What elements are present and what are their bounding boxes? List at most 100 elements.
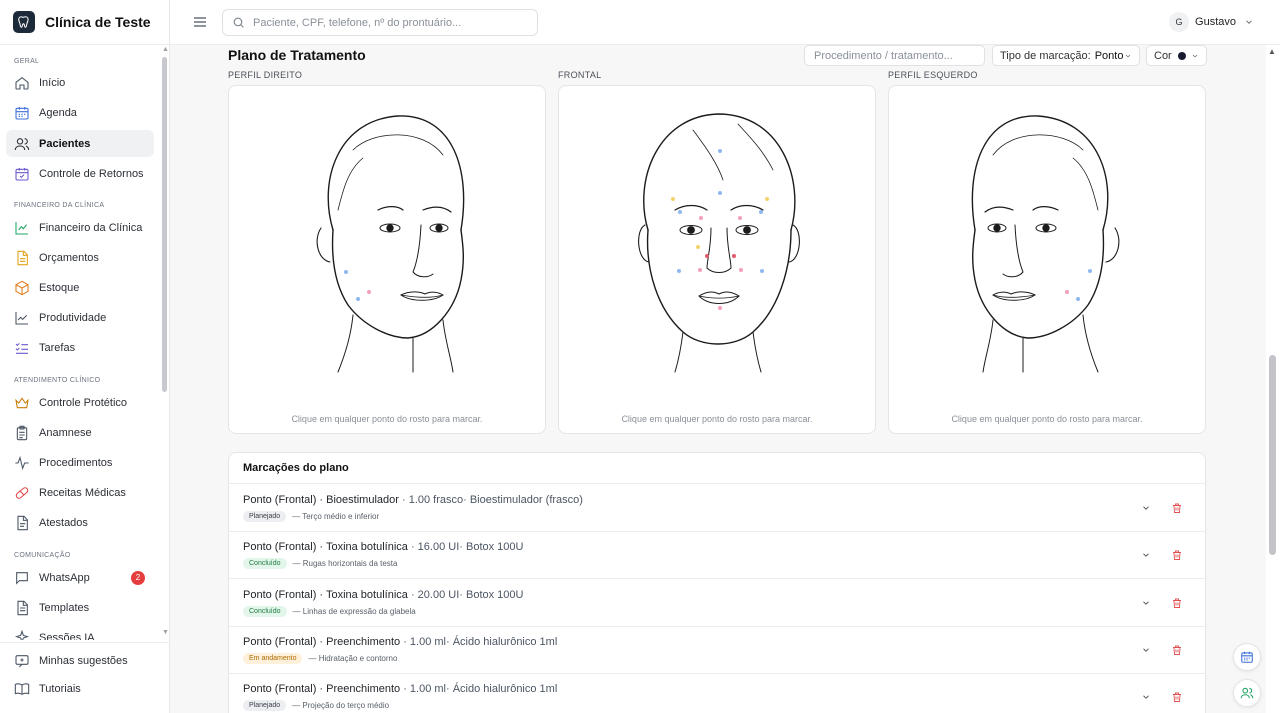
mark-type-label: Tipo de marcação: xyxy=(1000,49,1091,62)
sidebar-item-anamnese[interactable]: Anamnese xyxy=(6,419,154,446)
sidebar-item-tarefas[interactable]: Tarefas xyxy=(6,334,154,361)
sidebar-item-label: Tutoriais xyxy=(39,682,81,695)
sidebar-item-tutoriais[interactable]: Tutoriais xyxy=(6,675,154,702)
trash-icon[interactable] xyxy=(1171,502,1183,514)
sparkle-icon xyxy=(14,629,30,640)
sidebar-item-label: Estoque xyxy=(39,281,80,294)
sidebar-item-templates[interactable]: Templates xyxy=(6,594,154,621)
chevron-down-icon[interactable] xyxy=(1141,692,1151,702)
face-canvas-front[interactable]: Clique em qualquer ponto do rosto para m… xyxy=(558,85,876,434)
book-icon xyxy=(14,682,30,695)
sidebar-item-financeiro[interactable]: Financeiro da Clínica xyxy=(6,214,154,241)
scroll-up-icon[interactable]: ▲ xyxy=(1268,47,1276,56)
sidebar-item-pacientes[interactable]: Pacientes xyxy=(6,130,154,157)
status-badge: Concluído xyxy=(243,605,287,617)
procedure-input[interactable] xyxy=(804,45,985,66)
scroll-down-icon[interactable]: ▼ xyxy=(162,629,169,636)
sidebar-bottom: Minhas sugestões Tutoriais xyxy=(0,642,170,695)
sidebar-item-controle-protetico[interactable]: Controle Protético xyxy=(6,389,154,416)
face-frontal-drawing[interactable] xyxy=(623,110,813,376)
sidebar-item-label: Controle de Retornos xyxy=(39,167,144,180)
page-scrollbar[interactable]: ▲ xyxy=(1266,45,1280,713)
brand[interactable]: Clínica de Teste xyxy=(0,0,169,45)
mark-procedure: Toxina botulínica xyxy=(325,588,408,601)
face-label-front: FRONTAL xyxy=(558,70,602,80)
mark-row[interactable]: Ponto (Frontal) · Toxina botulínica · 16… xyxy=(229,532,1205,580)
mark-separator: · xyxy=(316,683,327,696)
mark-type: Ponto (Frontal) xyxy=(243,494,317,506)
mark-row[interactable]: Ponto (Frontal) · Toxina botulínica · 20… xyxy=(229,580,1205,627)
sidebar-item-label: WhatsApp xyxy=(39,571,90,584)
sidebar-item-receitas[interactable]: Receitas Médicas xyxy=(6,479,154,506)
mark-note: — Rugas horizontais da testa xyxy=(292,559,398,569)
sidebar-nav: GERAL Início Agenda Pacientes Controle d… xyxy=(0,45,160,640)
mark-note: — Hidratação e contorno xyxy=(308,653,398,663)
page-scroll-thumb[interactable] xyxy=(1269,355,1276,555)
mark-meta: Planejado — Projeção do terço médio xyxy=(243,700,390,712)
face-canvas-left[interactable]: Clique em qualquer ponto do rosto para m… xyxy=(888,85,1206,434)
chevron-down-icon xyxy=(1125,54,1131,57)
mark-row[interactable]: Ponto (Frontal) · Preenchimento · 1.00 m… xyxy=(229,674,1205,713)
trash-icon[interactable] xyxy=(1171,691,1183,703)
sidebar-item-produtividade[interactable]: Produtividade xyxy=(6,304,154,331)
mark-type: Ponto (Frontal) xyxy=(243,588,317,601)
box-icon xyxy=(15,280,29,295)
search-icon xyxy=(233,17,244,28)
sidebar-item-label: Início xyxy=(39,76,66,89)
floating-users-button[interactable] xyxy=(1233,679,1261,707)
face-canvas-right[interactable]: Clique em qualquer ponto do rosto para m… xyxy=(228,85,546,434)
notification-badge: 2 xyxy=(131,570,145,585)
mark-separator: · xyxy=(316,541,326,554)
chevron-down-icon[interactable] xyxy=(1141,550,1151,560)
mark-row[interactable]: Ponto (Frontal) · Bioestimulador · 1.00 … xyxy=(229,485,1205,532)
sidebar-item-atestados[interactable]: Atestados xyxy=(6,509,154,536)
trash-icon[interactable] xyxy=(1171,597,1183,609)
chevron-down-icon[interactable] xyxy=(1141,645,1151,655)
document-icon xyxy=(17,250,28,265)
face-label-right: PERFIL DIREITO xyxy=(228,70,303,80)
search-box[interactable] xyxy=(222,9,538,36)
checklist-icon xyxy=(15,342,28,354)
sidebar-item-agenda[interactable]: Agenda xyxy=(6,99,154,126)
status-badge: Planejado xyxy=(243,511,287,522)
sidebar-item-whatsapp[interactable]: WhatsApp 2 xyxy=(6,564,154,591)
mark-details: · 1.00 ml· Ácido hialurônico 1ml xyxy=(400,683,558,696)
section-financeiro: FINANCEIRO DA CLÍNICA xyxy=(14,202,105,209)
color-select[interactable]: Cor xyxy=(1146,45,1207,66)
mark-separator: · xyxy=(316,494,327,506)
trash-icon[interactable] xyxy=(1171,644,1183,656)
menu-icon[interactable] xyxy=(192,14,208,30)
sidebar-scroll-thumb[interactable] xyxy=(162,57,167,392)
mark-procedure: Toxina botulínica xyxy=(325,541,408,554)
sidebar-item-orcamentos[interactable]: Orçamentos xyxy=(6,244,154,271)
pill-icon xyxy=(15,486,29,499)
face-left-profile-drawing[interactable] xyxy=(953,110,1143,376)
scroll-up-icon[interactable]: ▲ xyxy=(162,46,169,53)
sidebar-item-estoque[interactable]: Estoque xyxy=(6,274,154,301)
mark-row[interactable]: Ponto (Frontal) · Preenchimento · 1.00 m… xyxy=(229,627,1205,674)
sidebar-item-procedimentos[interactable]: Procedimentos xyxy=(6,449,154,476)
sidebar-item-label: Sessões IA xyxy=(39,631,95,641)
sidebar-item-inicio[interactable]: Início xyxy=(6,69,154,96)
sidebar-item-controle-retornos[interactable]: Controle de Retornos xyxy=(6,160,154,187)
trash-icon[interactable] xyxy=(1171,549,1183,561)
suggestion-icon xyxy=(15,654,29,667)
users-icon xyxy=(1240,687,1254,699)
face-right-profile-drawing[interactable] xyxy=(293,110,483,376)
chevron-down-icon[interactable] xyxy=(1141,598,1151,608)
main-content: Plano de Tratamento Tipo de marcação: Po… xyxy=(170,45,1266,713)
clipboard-icon xyxy=(16,425,28,440)
color-swatch xyxy=(1177,51,1186,60)
mark-meta: Planejado — Terço médio e inferior xyxy=(243,511,379,522)
chevron-down-icon[interactable] xyxy=(1141,503,1151,513)
sidebar-item-minhas-sugestoes[interactable]: Minhas sugestões xyxy=(6,647,154,674)
mark-type-select[interactable]: Tipo de marcação: Ponto xyxy=(992,45,1140,66)
search-input[interactable] xyxy=(253,16,523,29)
calendar-icon xyxy=(15,106,29,120)
sidebar-scrollbar[interactable]: ▲ ▼ xyxy=(160,45,170,640)
user-menu[interactable]: G Gustavo xyxy=(1169,11,1254,33)
sidebar-item-sessoes-ia[interactable]: Sessões IA xyxy=(6,624,154,640)
mark-procedure: Bioestimulador xyxy=(326,494,399,506)
mark-note: — Projeção do terço médio xyxy=(292,701,390,711)
floating-calendar-button[interactable] xyxy=(1233,643,1261,671)
